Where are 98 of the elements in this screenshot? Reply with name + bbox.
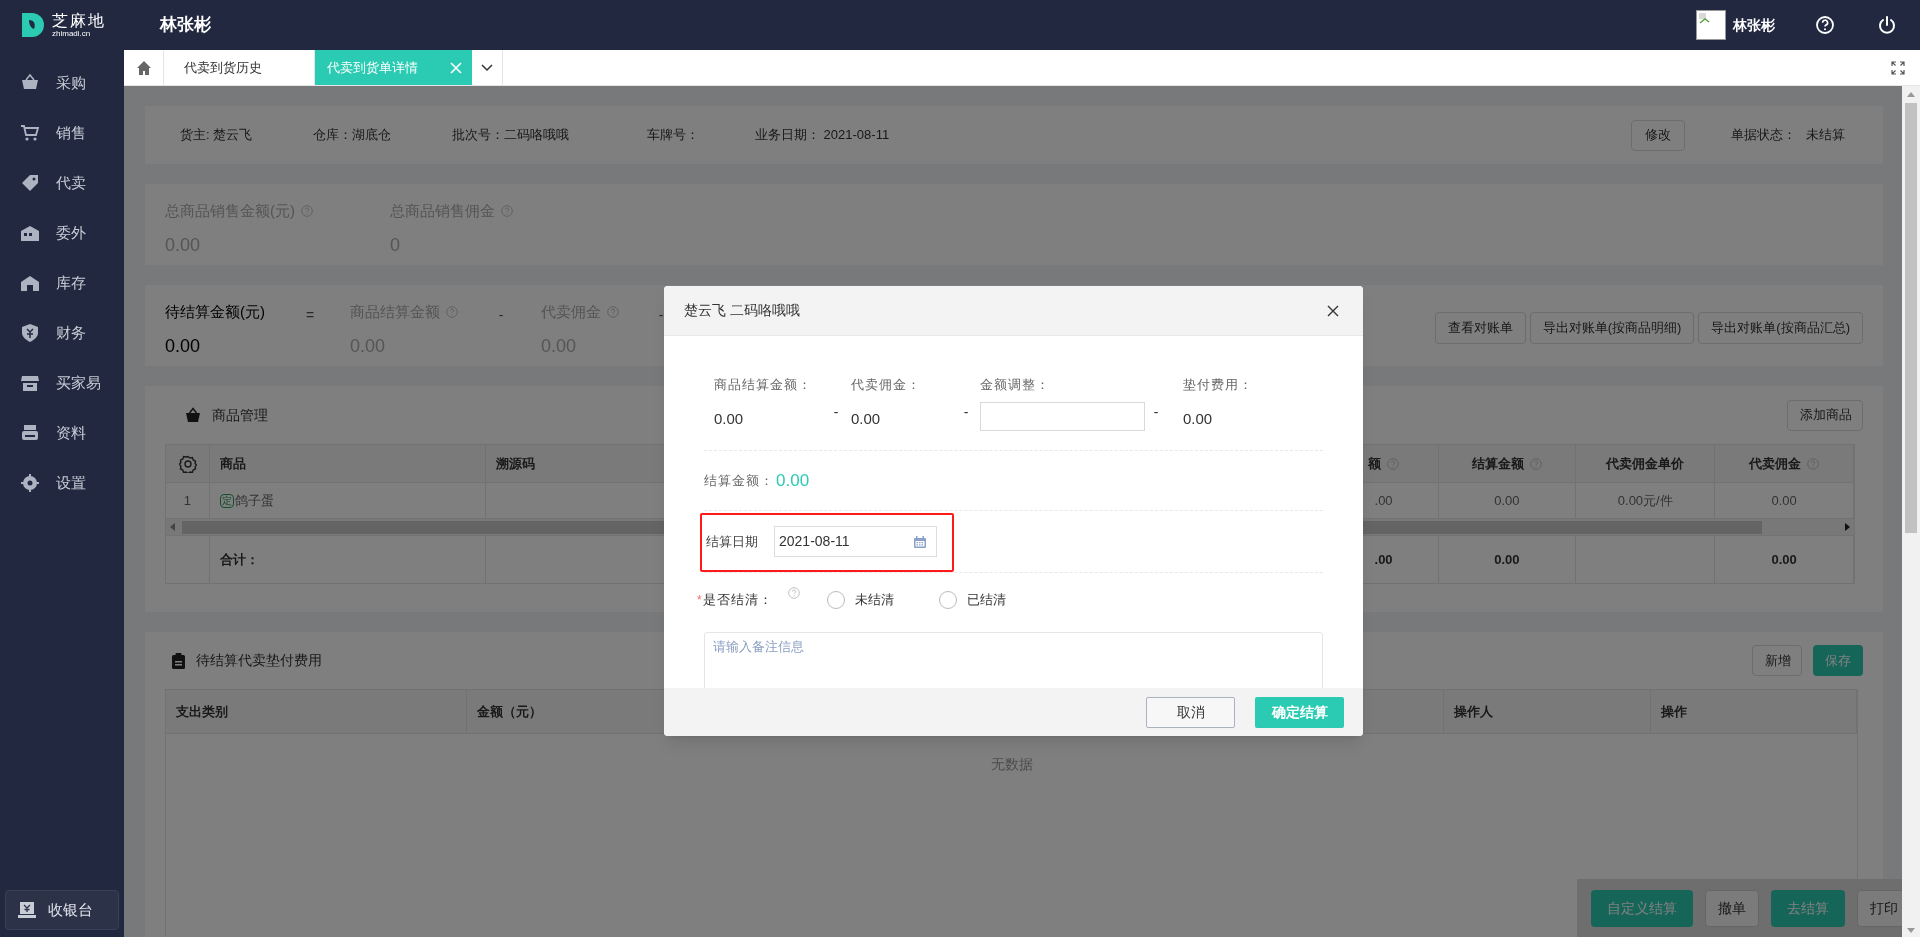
shield-icon — [20, 323, 40, 343]
close-icon[interactable] — [1327, 304, 1339, 317]
sidebar-item[interactable]: 代卖 — [0, 158, 124, 208]
brand-name: 芝麻地 — [52, 12, 106, 29]
info-text: 仓库：湖底仓 — [313, 126, 392, 145]
button[interactable]: 查看对账单 — [1434, 311, 1526, 344]
field-label: 商品结算金额： — [714, 375, 813, 394]
input-field[interactable] — [980, 402, 1145, 431]
clipboard-icon — [172, 652, 185, 669]
field-label: 是否结清： — [702, 590, 773, 609]
operator: - — [833, 403, 839, 422]
field-value: 0.00 — [776, 469, 810, 492]
table-cell-text: 0.00元/件 — [1617, 491, 1673, 510]
operator: - — [1153, 403, 1159, 422]
avatar-image — [1696, 10, 1726, 40]
info-text: 业务日期： 2021-08-11 — [755, 126, 890, 145]
field-label: 金额调整： — [980, 375, 1051, 394]
page-title: 林张彬 — [160, 14, 211, 37]
status-label: 单据状态： — [1731, 126, 1796, 145]
fullscreen-icon[interactable] — [1891, 60, 1905, 75]
required-mark: * — [697, 591, 702, 609]
field-value: 0.00 — [1183, 409, 1214, 429]
status-value: 未结算 — [1806, 126, 1845, 145]
cancel-button[interactable]: 取消 — [1146, 696, 1235, 728]
column-header: 额 — [1368, 454, 1382, 473]
basket-icon — [185, 407, 201, 423]
sidebar-item[interactable]: 财务 — [0, 308, 124, 358]
sidebar-item[interactable]: 买家易 — [0, 358, 124, 408]
table-cell-text: 1 — [183, 491, 192, 510]
tag: 定 — [219, 493, 234, 508]
column-header: 支出类别 — [176, 702, 228, 721]
sidebar-item[interactable]: 采购 — [0, 58, 124, 108]
column-header: 溯源码 — [495, 454, 535, 473]
scroll-left-icon[interactable] — [170, 523, 176, 531]
column-header: 操作 — [1661, 702, 1688, 721]
section-title: 待结算代卖垫付费用 — [196, 651, 322, 670]
table-cell-text: .00 — [1374, 491, 1393, 510]
sidebar-item[interactable]: 销售 — [0, 108, 124, 158]
field-value: 0.00 — [851, 409, 882, 429]
column-header: 金额（元） — [476, 702, 542, 721]
field-label: 代卖佣金： — [851, 375, 922, 394]
column-header: 商品 — [220, 454, 246, 473]
field-label: 结算日期 — [706, 533, 758, 551]
register-icon — [18, 901, 36, 919]
field-label: 垫付费用： — [1183, 375, 1253, 394]
scroll-up-icon[interactable] — [1907, 92, 1915, 97]
button[interactable]: 导出对账单(按商品明细) — [1529, 311, 1695, 344]
user-name[interactable]: 林张彬 — [1733, 14, 1775, 36]
field-label: 结算金额： — [704, 471, 774, 490]
sidebar-item[interactable]: 设置 — [0, 458, 124, 508]
button[interactable]: 新增 — [1752, 645, 1802, 676]
dialog-title: 楚云飞 二码咯哦哦 — [684, 301, 800, 320]
printer-icon — [20, 423, 40, 443]
power-icon[interactable] — [1877, 15, 1897, 35]
info-text: 货主: 楚云飞 — [180, 126, 254, 145]
cashier-button[interactable]: 收银台 — [5, 890, 119, 930]
column-header: 代卖佣金 — [1749, 454, 1802, 473]
table-cell-text: 合计： — [219, 550, 259, 569]
info-text: 车牌号： — [647, 126, 700, 145]
table-cell-text: 0.00 — [1771, 550, 1797, 569]
logo-icon — [20, 11, 46, 39]
table-cell-text: 0.00 — [1494, 550, 1520, 569]
button[interactable]: 导出对账单(按商品汇总) — [1698, 311, 1863, 344]
scroll-right-icon[interactable] — [1844, 523, 1850, 531]
button[interactable]: 添加商品 — [1787, 399, 1863, 431]
stat-label: 待结算金额(元) — [165, 302, 265, 322]
operator: - — [658, 306, 664, 325]
info-text: 批次号：二码咯哦哦 — [452, 126, 570, 145]
button[interactable]: 撤单 — [1705, 889, 1759, 927]
column-header: 结算金额 — [1471, 454, 1524, 473]
table-cell-text: 0.00 — [1494, 491, 1520, 510]
radio-label[interactable]: 已结清 — [966, 589, 1006, 610]
sidebar-item[interactable]: 资料 — [0, 408, 124, 458]
house-icon — [20, 273, 40, 293]
stat-value: 0.00 — [165, 334, 202, 358]
date-field[interactable]: 2021-08-11 — [774, 526, 937, 557]
scrollbar-thumb[interactable] — [1905, 103, 1917, 533]
store-icon — [20, 373, 40, 393]
building-icon — [20, 223, 40, 243]
operator: - — [498, 306, 504, 325]
column-header: 操作人 — [1454, 702, 1494, 721]
radio-label[interactable]: 未结清 — [854, 589, 894, 610]
operator: - — [963, 403, 969, 422]
cart-icon — [20, 123, 40, 143]
tag-icon — [20, 173, 40, 193]
table-cell-text: 鸽子蛋 — [234, 491, 274, 510]
sidebar-item[interactable]: 委外 — [0, 208, 124, 258]
sidebar-item[interactable]: 库存 — [0, 258, 124, 308]
column-header: 代卖佣金单价 — [1606, 454, 1685, 473]
section-title: 商品管理 — [212, 405, 268, 425]
scroll-down-icon[interactable] — [1907, 928, 1915, 933]
button[interactable]: 修改 — [1631, 119, 1685, 151]
field-value: 0.00 — [714, 409, 745, 429]
table-cell-text: 0.00 — [1771, 491, 1797, 510]
operator: = — [305, 306, 315, 325]
table-cell-text: .00 — [1374, 550, 1393, 569]
calendar-icon[interactable] — [914, 535, 926, 548]
brand-url: zhimadi.cn — [52, 29, 92, 38]
